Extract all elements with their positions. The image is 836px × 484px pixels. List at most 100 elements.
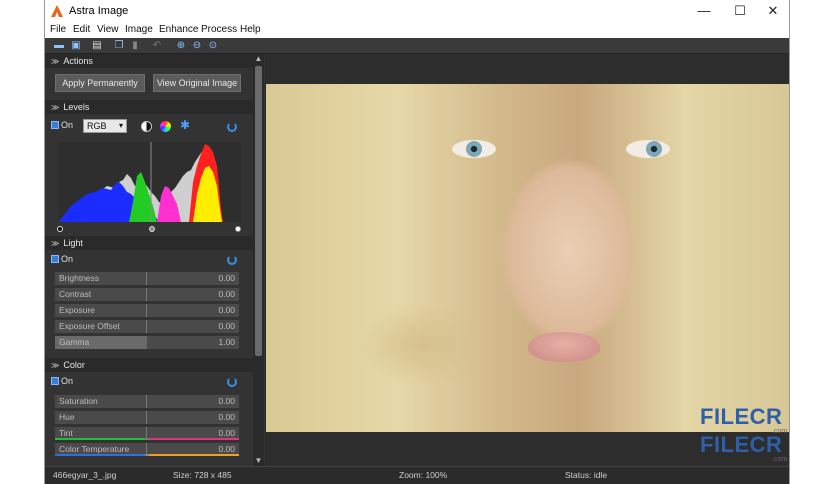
color-header[interactable]: ≫ Color [45, 358, 253, 372]
levels-header-label: Levels [63, 102, 90, 112]
levels-histogram[interactable] [59, 142, 241, 222]
zoom-fit-icon[interactable]: ⊙ [207, 40, 219, 52]
temperature-gradient-strip [55, 454, 239, 456]
auto-contrast-icon[interactable] [141, 121, 152, 132]
open-icon[interactable]: ▬ [53, 40, 65, 52]
paste-icon[interactable]: ▮ [129, 40, 141, 52]
print-icon[interactable]: ▤ [91, 40, 103, 52]
menu-image[interactable]: Image [125, 24, 153, 35]
close-button[interactable]: ✕ [758, 3, 788, 19]
title-bar: Astra Image — ☐ ✕ [45, 0, 789, 22]
left-eye [452, 140, 496, 158]
undo-icon[interactable]: ↶ [151, 40, 163, 52]
minimize-button[interactable]: — [689, 3, 719, 19]
panel-scrollbar[interactable]: ▲ ▼ [253, 54, 264, 466]
light-header[interactable]: ≫ Light [45, 236, 253, 250]
view-original-button[interactable]: View Original Image [153, 74, 241, 92]
slider-label: Saturation [59, 396, 98, 406]
portrait-photo [266, 84, 789, 432]
hue-slider[interactable]: Hue 0.00 [55, 411, 239, 424]
maximize-button[interactable]: ☐ [725, 3, 755, 19]
adjustments-panel: ≫ Actions Apply Permanently View Original… [45, 54, 265, 466]
watermark-domain: .com [772, 456, 788, 463]
slider-label: Brightness [59, 273, 100, 283]
light-on-label: On [61, 254, 74, 264]
right-eye [626, 140, 670, 158]
color-on-label: On [61, 376, 74, 386]
menu-enhance[interactable]: Enhance [159, 24, 198, 35]
status-filename: 466egyar_3_.jpg [53, 470, 117, 480]
slider-value: 0.00 [218, 273, 235, 283]
toolbar: ▬ ▣ ▤ ❐ ▮ ↶ ⊕ ⊖ ⊙ [45, 38, 789, 54]
chevron-down-icon: ▾ [118, 121, 123, 130]
collapse-icon: ≫ [51, 361, 60, 370]
midpoint-handle[interactable] [149, 226, 155, 232]
slider-value: 0.00 [218, 321, 235, 331]
slider-value: 0.00 [218, 396, 235, 406]
scroll-down-icon[interactable]: ▼ [253, 456, 264, 466]
slider-value: 1.00 [218, 337, 235, 347]
app-window: Astra Image — ☐ ✕ File Edit View Image E… [44, 0, 790, 484]
watermark-logo: FILECR [700, 404, 783, 429]
collapse-icon: ≫ [51, 239, 60, 248]
black-point-handle[interactable] [57, 226, 63, 232]
channel-select-value: RGB [87, 121, 107, 131]
lips [528, 332, 600, 362]
white-point-handle[interactable] [235, 226, 241, 232]
slider-label: Hue [59, 412, 75, 422]
tint-gradient-strip [55, 438, 239, 440]
menu-file[interactable]: File [50, 24, 66, 35]
astra-logo-icon [51, 5, 63, 17]
levels-on-checkbox[interactable] [51, 121, 59, 129]
levels-reset-icon[interactable] [227, 122, 237, 132]
color-balance-icon[interactable] [160, 121, 171, 132]
slider-label: Exposure [59, 305, 95, 315]
watermark-logo: FILECR [700, 432, 783, 457]
levels-header[interactable]: ≫ Levels [45, 100, 253, 114]
contrast-slider[interactable]: Contrast 0.00 [55, 288, 239, 301]
menu-process[interactable]: Process [201, 24, 237, 35]
menu-edit[interactable]: Edit [73, 24, 90, 35]
tint-slider[interactable]: Tint 0.00 [55, 427, 239, 440]
light-header-label: Light [63, 238, 83, 248]
light-on-checkbox[interactable] [51, 255, 59, 263]
collapse-icon: ≫ [51, 103, 60, 112]
save-icon[interactable]: ▣ [70, 40, 82, 52]
slider-value: 0.00 [218, 412, 235, 422]
status-state: Status: idle [565, 470, 608, 480]
slider-label: Exposure Offset [59, 321, 120, 331]
slider-label: Contrast [59, 289, 92, 299]
zoom-out-icon[interactable]: ⊖ [191, 40, 203, 52]
menu-bar: File Edit View Image Enhance Process Hel… [45, 22, 789, 38]
scrollbar-thumb[interactable] [255, 66, 262, 356]
saturation-slider[interactable]: Saturation 0.00 [55, 395, 239, 408]
color-on-checkbox[interactable] [51, 377, 59, 385]
channel-select[interactable]: RGB ▾ [83, 119, 127, 133]
collapse-icon: ≫ [51, 57, 60, 66]
apply-permanently-button[interactable]: Apply Permanently [55, 74, 145, 92]
exposure-offset-slider[interactable]: Exposure Offset 0.00 [55, 320, 239, 333]
brightness-slider[interactable]: Brightness 0.00 [55, 272, 239, 285]
color-reset-icon[interactable] [227, 377, 237, 387]
color-header-label: Color [63, 360, 85, 370]
actions-header-label: Actions [63, 56, 93, 66]
scroll-up-icon[interactable]: ▲ [253, 54, 264, 64]
status-size: Size: 728 x 485 [173, 470, 232, 480]
slider-value: 0.00 [218, 289, 235, 299]
menu-view[interactable]: View [97, 24, 119, 35]
menu-help[interactable]: Help [240, 24, 261, 35]
levels-on-label: On [61, 120, 74, 130]
color-temperature-slider[interactable]: Color Temperature 0.00 [55, 443, 239, 456]
copy-icon[interactable]: ❐ [113, 40, 125, 52]
zoom-in-icon[interactable]: ⊕ [175, 40, 187, 52]
actions-header[interactable]: ≫ Actions [45, 54, 253, 68]
status-bar: 466egyar_3_.jpg Size: 728 x 485 Zoom: 10… [45, 466, 789, 484]
light-reset-icon[interactable] [227, 255, 237, 265]
status-zoom: Zoom: 100% [399, 470, 448, 480]
slider-value: 0.00 [218, 305, 235, 315]
settings-gear-icon[interactable]: ✱ [180, 118, 190, 132]
slider-label: Gamma [59, 337, 90, 347]
window-title: Astra Image [69, 5, 129, 17]
gamma-slider[interactable]: Gamma 1.00 [55, 336, 239, 349]
exposure-slider[interactable]: Exposure 0.00 [55, 304, 239, 317]
